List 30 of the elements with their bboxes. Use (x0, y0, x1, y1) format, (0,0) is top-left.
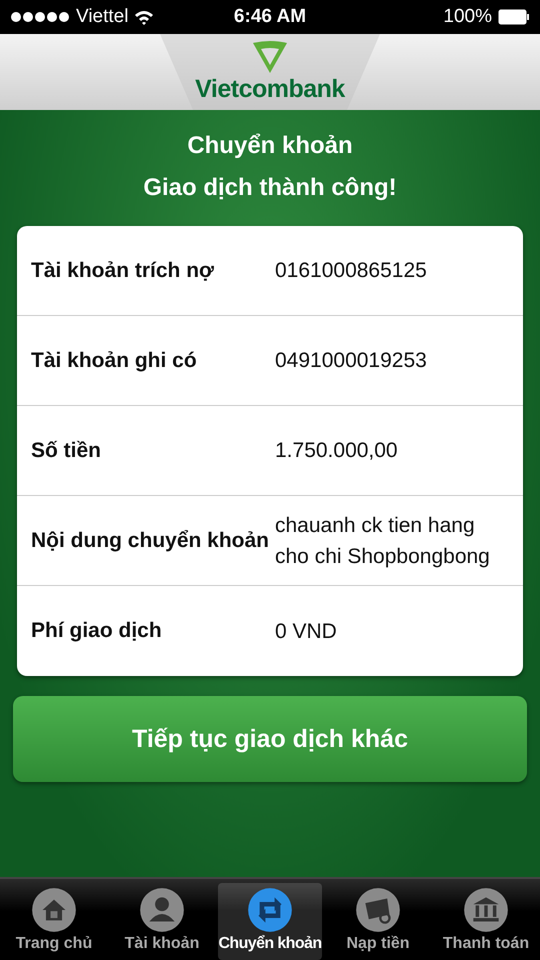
detail-value: 0491000019253 (275, 348, 428, 374)
wifi-icon (134, 9, 154, 25)
detail-label: Tài khoản ghi có (31, 348, 198, 374)
detail-value: chauanh ck tien hang cho chi Shopbongbong (275, 512, 491, 570)
signal-icon (10, 11, 70, 23)
money-icon (355, 887, 401, 933)
user-icon (139, 887, 185, 933)
logo-mark-icon (251, 41, 289, 75)
detail-value: 1.750.000,00 (275, 438, 399, 464)
success-message: Giao dịch thành công! (143, 174, 397, 202)
tab-item[interactable]: Chuyển khoản (218, 883, 322, 960)
detail-label: Số tiền (31, 438, 102, 464)
page-title: Chuyển khoản (187, 132, 353, 160)
transfer-icon (247, 887, 293, 933)
clock-time: 6:46 AM (234, 6, 306, 28)
detail-value: 0161000865125 (275, 258, 428, 284)
bank-icon (463, 887, 509, 933)
carrier-name: Viettel (76, 6, 128, 28)
home-icon (31, 887, 77, 933)
tab-item[interactable]: Nạp tiền (326, 883, 430, 960)
tab-item[interactable]: Tài khoản (110, 883, 214, 960)
tab-item[interactable]: Thanh toán (434, 883, 538, 960)
detail-value: 0 VND (275, 618, 338, 644)
battery-icon (498, 9, 530, 25)
battery-percent: 100% (443, 6, 492, 28)
detail-label: Nội dung chuyển khoản (31, 528, 270, 554)
tab-item[interactable]: Trang chủ (2, 883, 106, 960)
detail-label: Phí giao dịch (31, 618, 163, 644)
logo-text: Vietcombank (195, 75, 345, 104)
detail-label: Tài khoản trích nợ (31, 258, 215, 284)
